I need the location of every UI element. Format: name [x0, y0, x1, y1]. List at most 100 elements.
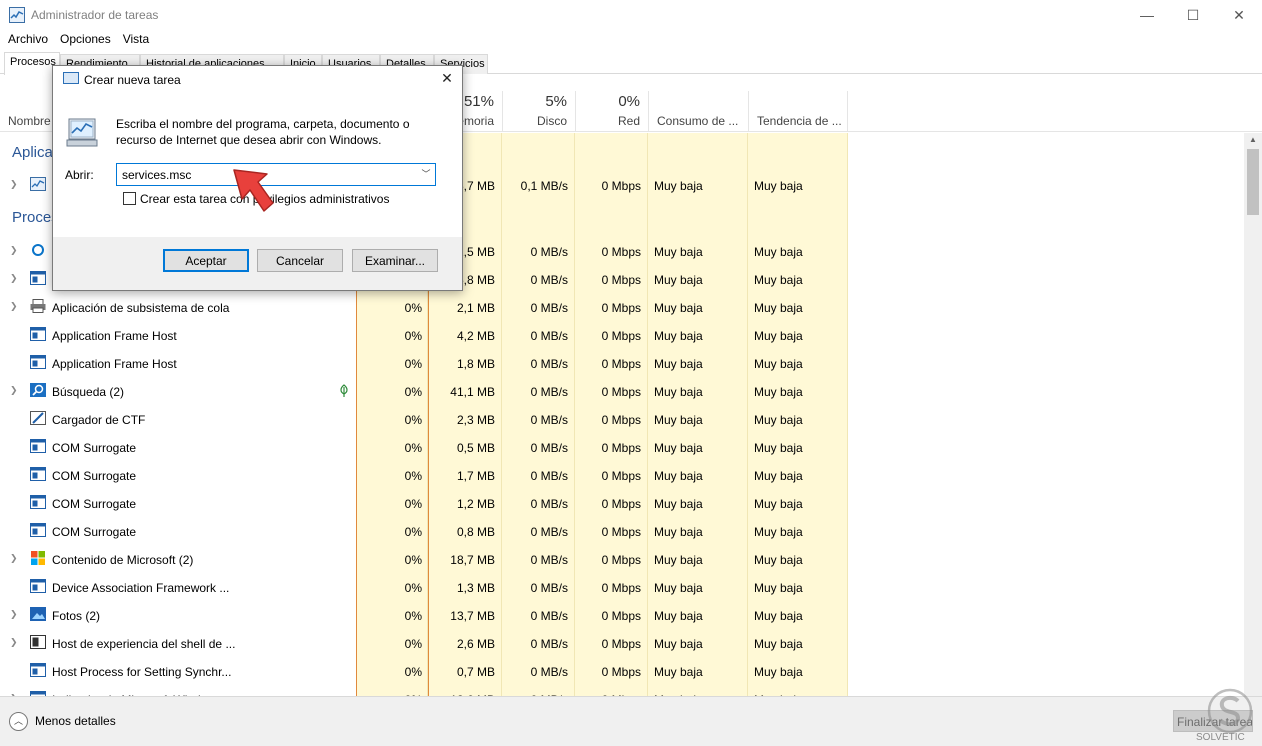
chevron-right-icon[interactable]: ❯ — [10, 609, 18, 620]
chevron-right-icon[interactable]: ❯ — [10, 637, 18, 648]
network-value: 0 Mbps — [601, 609, 641, 623]
open-input[interactable] — [116, 163, 436, 186]
cpu-value: 0% — [404, 665, 422, 679]
cpu-value: 0% — [404, 329, 422, 343]
trend-value: Muy baja — [754, 357, 803, 371]
search-icon — [30, 383, 46, 397]
cancel-button[interactable]: Cancelar — [257, 249, 343, 272]
chevron-right-icon[interactable]: ❯ — [10, 553, 18, 564]
browse-button[interactable]: Examinar... — [352, 249, 438, 272]
table-row[interactable]: COM Surrogate 0% 0,8 MB 0 MB/s 0 Mbps Muy baj… — [0, 516, 1244, 544]
column-network[interactable]: 0% Red — [575, 91, 648, 132]
chevron-right-icon[interactable]: ❯ — [10, 385, 18, 396]
scroll-up-icon[interactable]: ▲ — [1244, 133, 1262, 147]
memory-value: 1,7 MB — [456, 469, 495, 483]
chevron-right-icon[interactable]: ❯ — [10, 245, 18, 256]
table-row[interactable]: ❯ Host de experiencia del shell de ... 0% 2… — [0, 628, 1244, 656]
photos-icon — [30, 607, 46, 621]
run-icon — [63, 72, 79, 84]
power-value: Muy baja — [654, 497, 703, 511]
power-value: Muy baja — [654, 525, 703, 539]
table-row[interactable]: ❯ Fotos (2) 0% 13,7 MB 0 MB/s 0 Mbps Muy baja M… — [0, 600, 1244, 628]
minimize-button[interactable]: — — [1124, 0, 1170, 30]
ok-button[interactable]: Aceptar — [163, 249, 249, 272]
table-row[interactable]: ❯Indicador de Microsoft Windows0%13,6 MB… — [0, 684, 1244, 696]
cpu-value: 0% — [404, 497, 422, 511]
menu-bar: Archivo Opciones Vista — [0, 30, 153, 50]
table-row[interactable]: ❯ Aplicación de subsistema de cola 0% 2,1 M… — [0, 292, 1244, 320]
admin-checkbox[interactable] — [123, 192, 136, 205]
process-name: COM Surrogate — [52, 497, 137, 511]
maximize-button[interactable]: ☐ — [1170, 0, 1216, 30]
power-value: Muy baja — [654, 637, 703, 651]
memory-value: 13,7 MB — [450, 609, 495, 623]
dialog-title: Crear nueva tarea — [84, 73, 181, 87]
power-value: Muy baja — [654, 357, 703, 371]
table-row[interactable]: ❯ Búsqueda (2) 0% 41,1 MB 0 MB/s 0 Mbps Muy ba… — [0, 376, 1244, 404]
cpu-value: 0% — [404, 469, 422, 483]
chevron-right-icon[interactable]: ❯ — [10, 301, 18, 312]
chevron-right-icon[interactable]: ❯ — [10, 273, 18, 284]
window-icon — [30, 523, 46, 537]
cpu-value: 0% — [404, 637, 422, 651]
power-value: Muy baja — [654, 385, 703, 399]
trend-value: Muy baja — [754, 245, 803, 259]
vertical-scrollbar[interactable]: ▲ — [1244, 133, 1262, 696]
menu-opciones[interactable]: Opciones — [56, 30, 115, 50]
power-value: Muy baja — [654, 413, 703, 427]
column-trend[interactable]: Tendencia de ... — [748, 91, 848, 132]
table-row[interactable]: Device Association Framework ... 0% 1,3 MB… — [0, 572, 1244, 600]
process-name: Device Association Framework ... — [52, 581, 230, 595]
power-value: Muy baja — [654, 609, 703, 623]
power-value: Muy baja — [654, 179, 703, 193]
process-name: COM Surrogate — [52, 525, 137, 539]
cpu-value: 0% — [404, 581, 422, 595]
column-disk[interactable]: 5% Disco — [502, 91, 575, 132]
menu-vista[interactable]: Vista — [119, 30, 153, 50]
cpu-value: 0% — [404, 357, 422, 371]
memory-value: 1,3 MB — [456, 581, 495, 595]
less-details-link[interactable]: Menos detalles — [35, 714, 116, 728]
window-icon — [30, 579, 46, 593]
disk-value: 0 MB/s — [530, 441, 568, 455]
power-value: Muy baja — [654, 301, 703, 315]
menu-archivo[interactable]: Archivo — [0, 30, 52, 50]
table-row[interactable]: COM Surrogate 0% 1,7 MB 0 MB/s 0 Mbps Muy baj… — [0, 460, 1244, 488]
process-name: Host Process for Setting Synchr... — [52, 665, 232, 679]
open-label: Abrir: — [65, 168, 94, 182]
trend-value: Muy baja — [754, 665, 803, 679]
dialog-description: Escriba el nombre del programa, carpeta,… — [116, 117, 410, 147]
chevron-up-icon[interactable]: ︿ — [9, 712, 28, 731]
network-value: 0 Mbps — [601, 665, 641, 679]
power-value: Muy baja — [654, 581, 703, 595]
network-value: 0 Mbps — [601, 413, 641, 427]
microsoft-logo-icon — [31, 551, 45, 565]
table-row[interactable]: COM Surrogate 0% 1,2 MB 0 MB/s 0 Mbps Muy baj… — [0, 488, 1244, 516]
table-row[interactable]: COM Surrogate 0% 0,5 MB 0 MB/s 0 Mbps Muy baj… — [0, 432, 1244, 460]
table-row[interactable]: Application Frame Host 0% 1,8 MB 0 MB/s 0 Mb… — [0, 348, 1244, 376]
scroll-thumb[interactable] — [1247, 149, 1259, 215]
table-row[interactable]: ❯ Contenido de Microsoft (2) 0% 18,7 MB 0 MB… — [0, 544, 1244, 572]
chevron-right-icon[interactable]: ❯ — [10, 179, 18, 190]
close-button[interactable]: ✕ — [1216, 0, 1262, 30]
memory-value: 0,7 MB — [456, 665, 495, 679]
dialog-close-button[interactable]: ✕ — [437, 70, 457, 90]
disk-value: 0 MB/s — [530, 413, 568, 427]
title-bar: Administrador de tareas — ☐ ✕ — [0, 0, 1262, 30]
network-value: 0 Mbps — [601, 581, 641, 595]
chevron-down-icon[interactable]: ﹀ — [419, 167, 433, 181]
column-power[interactable]: Consumo de ... — [648, 91, 748, 132]
alarm-icon — [32, 244, 44, 256]
table-row[interactable]: Application Frame Host 0% 4,2 MB 0 MB/s 0 Mb… — [0, 320, 1244, 348]
table-row[interactable]: Host Process for Setting Synchr... 0% 0,7 … — [0, 656, 1244, 684]
power-value: Muy baja — [654, 441, 703, 455]
table-row[interactable]: Cargador de CTF 0% 2,3 MB 0 MB/s 0 Mbps Muy b… — [0, 404, 1244, 432]
trend-value: Muy baja — [754, 553, 803, 567]
column-name[interactable]: Nombre — [8, 114, 51, 128]
network-value: 0 Mbps — [601, 385, 641, 399]
window-icon — [30, 355, 46, 369]
trend-value: Muy baja — [754, 273, 803, 287]
process-name: Cargador de CTF — [52, 413, 146, 427]
process-name: COM Surrogate — [52, 441, 137, 455]
network-value: 0 Mbps — [601, 301, 641, 315]
